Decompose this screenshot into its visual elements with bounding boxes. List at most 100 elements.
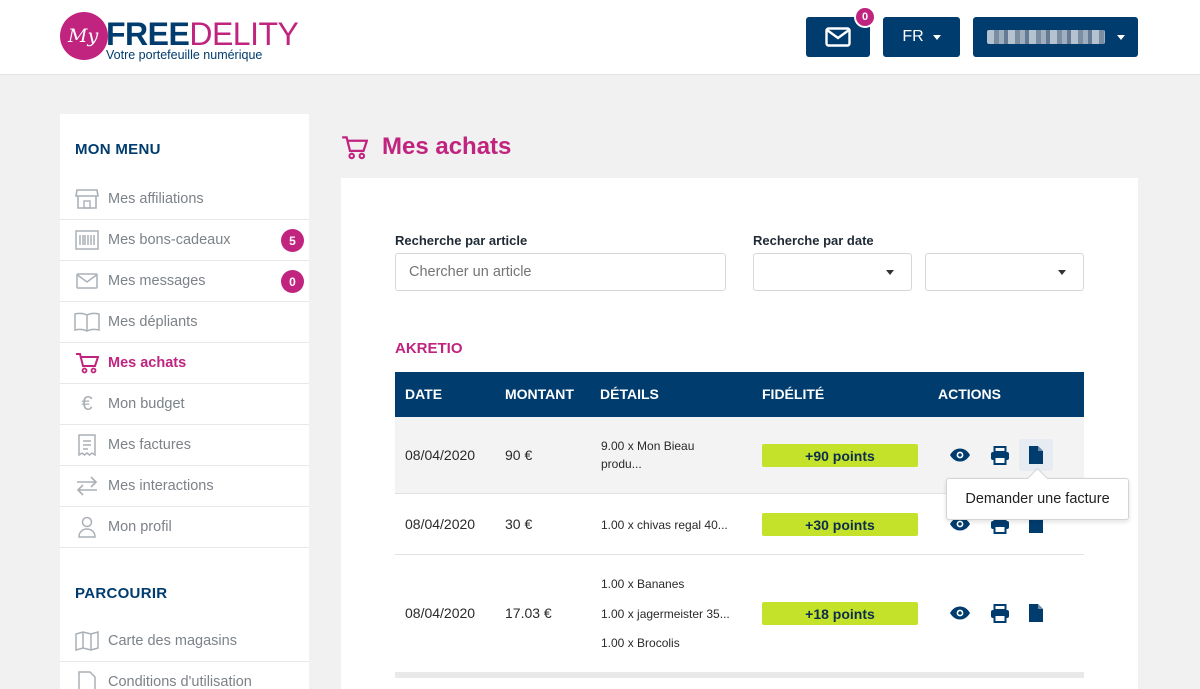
row-detail-line: 1.00 x Brocolis xyxy=(601,636,680,650)
eye-icon xyxy=(950,448,970,462)
loyalty-points-badge: +90 points xyxy=(762,444,918,467)
sidebar-item-factures[interactable]: Mes factures xyxy=(60,425,309,466)
column-header-details: DÉTAILS xyxy=(600,386,659,402)
view-button[interactable] xyxy=(943,439,977,471)
document-icon xyxy=(74,671,100,689)
chevron-down-icon xyxy=(1058,270,1066,275)
menu-title: MON MENU xyxy=(75,141,161,158)
gift-cards-count-badge: 5 xyxy=(281,229,304,252)
printer-icon xyxy=(991,603,1009,623)
freedelity-logo[interactable]: My FREEDELITY Votre portefeuille numériq… xyxy=(60,12,300,64)
sidebar-item-carte-magasins[interactable]: Carte des magasins xyxy=(60,621,309,662)
chevron-down-icon xyxy=(1116,34,1125,40)
envelope-icon xyxy=(825,27,851,47)
loyalty-points-badge: +18 points xyxy=(762,602,918,625)
column-header-actions: ACTIONS xyxy=(938,386,1001,402)
store-icon xyxy=(74,188,100,210)
row-date: 08/04/2020 xyxy=(405,447,476,463)
purchases-table-header: DATE MONTANT DÉTAILS FIDÉLITÉ ACTIONS xyxy=(395,372,1084,417)
browse-title: PARCOURIR xyxy=(75,585,168,602)
sidebar-item-label: Mes interactions xyxy=(108,478,214,494)
store-name-heading: AKRETIO xyxy=(395,340,463,357)
chevron-down-icon xyxy=(932,34,941,40)
logo-tagline: Votre portefeuille numérique xyxy=(106,48,263,62)
logo-my-text: My xyxy=(68,25,99,47)
chevron-down-icon xyxy=(886,270,894,275)
sidebar-item-profil[interactable]: Mon profil xyxy=(60,507,309,548)
sidebar-item-interactions[interactable]: Mes interactions xyxy=(60,466,309,507)
print-button[interactable] xyxy=(983,439,1017,471)
request-invoice-tooltip: Demander une facture xyxy=(946,478,1129,520)
view-button[interactable] xyxy=(943,597,977,629)
sidebar-item-conditions[interactable]: Conditions d'utilisation xyxy=(60,662,309,689)
sidebar-item-label: Carte des magasins xyxy=(108,633,237,649)
sidebar-item-affiliations[interactable]: Mes affiliations xyxy=(60,179,309,220)
eye-icon xyxy=(950,606,970,620)
column-header-fidelite: FIDÉLITÉ xyxy=(762,386,825,402)
file-icon xyxy=(1029,604,1043,622)
loyalty-points-badge: +30 points xyxy=(762,513,918,536)
column-header-montant: MONTANT xyxy=(505,386,574,402)
logo-free-text: FREE xyxy=(106,16,190,52)
printer-icon xyxy=(991,445,1009,465)
row-amount: 90 € xyxy=(505,447,533,463)
page-title-text: Mes achats xyxy=(382,133,512,160)
cart-icon xyxy=(342,135,368,159)
date-from-select[interactable] xyxy=(753,253,912,291)
row-detail-line: 1.00 x jagermeister 35... xyxy=(601,607,730,621)
language-selector[interactable]: FR xyxy=(883,17,960,57)
row-date: 08/04/2020 xyxy=(405,516,476,532)
top-header: My FREEDELITY Votre portefeuille numériq… xyxy=(0,0,1200,75)
print-button[interactable] xyxy=(983,597,1017,629)
messages-button[interactable]: 0 xyxy=(806,6,876,57)
exchange-icon xyxy=(74,475,100,497)
page-title: Mes achats xyxy=(341,133,511,161)
sidebar-item-label: Mes dépliants xyxy=(108,314,198,330)
sidebar-item-bons-cadeaux[interactable]: Mes bons-cadeaux 5 xyxy=(60,220,309,261)
invoice-icon xyxy=(74,434,100,456)
book-icon xyxy=(74,311,100,333)
date-to-select[interactable] xyxy=(925,253,1084,291)
sidebar-item-label: Mes affiliations xyxy=(108,191,204,207)
search-article-label: Recherche par article xyxy=(395,233,528,248)
sidebar-item-label: Mes achats xyxy=(108,355,187,371)
search-date-label: Recherche par date xyxy=(753,233,874,248)
table-row: 08/04/2020 17.03 € 1.00 x Bananes 1.00 x… xyxy=(395,555,1084,672)
column-header-date: DATE xyxy=(405,386,443,402)
sidebar-item-label: Conditions d'utilisation xyxy=(108,674,252,689)
euro-icon: € xyxy=(81,392,93,415)
blurred-username xyxy=(986,30,1105,44)
row-detail-line: 1.00 x chivas regal 40... xyxy=(601,518,728,532)
row-date: 08/04/2020 xyxy=(405,605,476,621)
logo-delity-text: DELITY xyxy=(189,16,299,52)
file-icon xyxy=(1029,446,1043,464)
messages-count-badge: 0 xyxy=(854,6,876,28)
sidebar-item-label: Mon budget xyxy=(108,396,185,412)
search-article-input[interactable] xyxy=(395,253,726,291)
messages-count-badge: 0 xyxy=(281,270,304,293)
sidebar-menu: MON MENU Mes affiliations Mes bons-cadea… xyxy=(60,114,309,689)
row-detail-line: 1.00 x Bananes xyxy=(601,577,685,591)
table-footer-bar xyxy=(395,672,1084,678)
row-amount: 17.03 € xyxy=(505,605,552,621)
sidebar-item-label: Mon profil xyxy=(108,519,172,535)
row-amount: 30 € xyxy=(505,516,533,532)
sidebar-item-label: Mes messages xyxy=(108,273,206,289)
request-invoice-button[interactable] xyxy=(1019,597,1053,629)
cart-icon xyxy=(74,352,100,374)
map-icon xyxy=(74,630,100,652)
language-label: FR xyxy=(902,28,924,45)
sidebar-item-budget[interactable]: € Mon budget xyxy=(60,384,309,425)
sidebar-item-messages[interactable]: Mes messages 0 xyxy=(60,261,309,302)
row-detail-line: produ... xyxy=(601,457,642,471)
sidebar-item-label: Mes factures xyxy=(108,437,191,453)
user-icon xyxy=(74,516,100,538)
envelope-icon xyxy=(74,270,100,292)
barcode-icon xyxy=(74,229,100,251)
sidebar-item-label: Mes bons-cadeaux xyxy=(108,232,231,248)
user-menu-button[interactable] xyxy=(973,17,1138,57)
sidebar-item-depliants[interactable]: Mes dépliants xyxy=(60,302,309,343)
request-invoice-button[interactable] xyxy=(1019,439,1053,471)
row-detail-line: 9.00 x Mon Bieau xyxy=(601,439,695,453)
sidebar-item-achats[interactable]: Mes achats xyxy=(60,343,309,384)
